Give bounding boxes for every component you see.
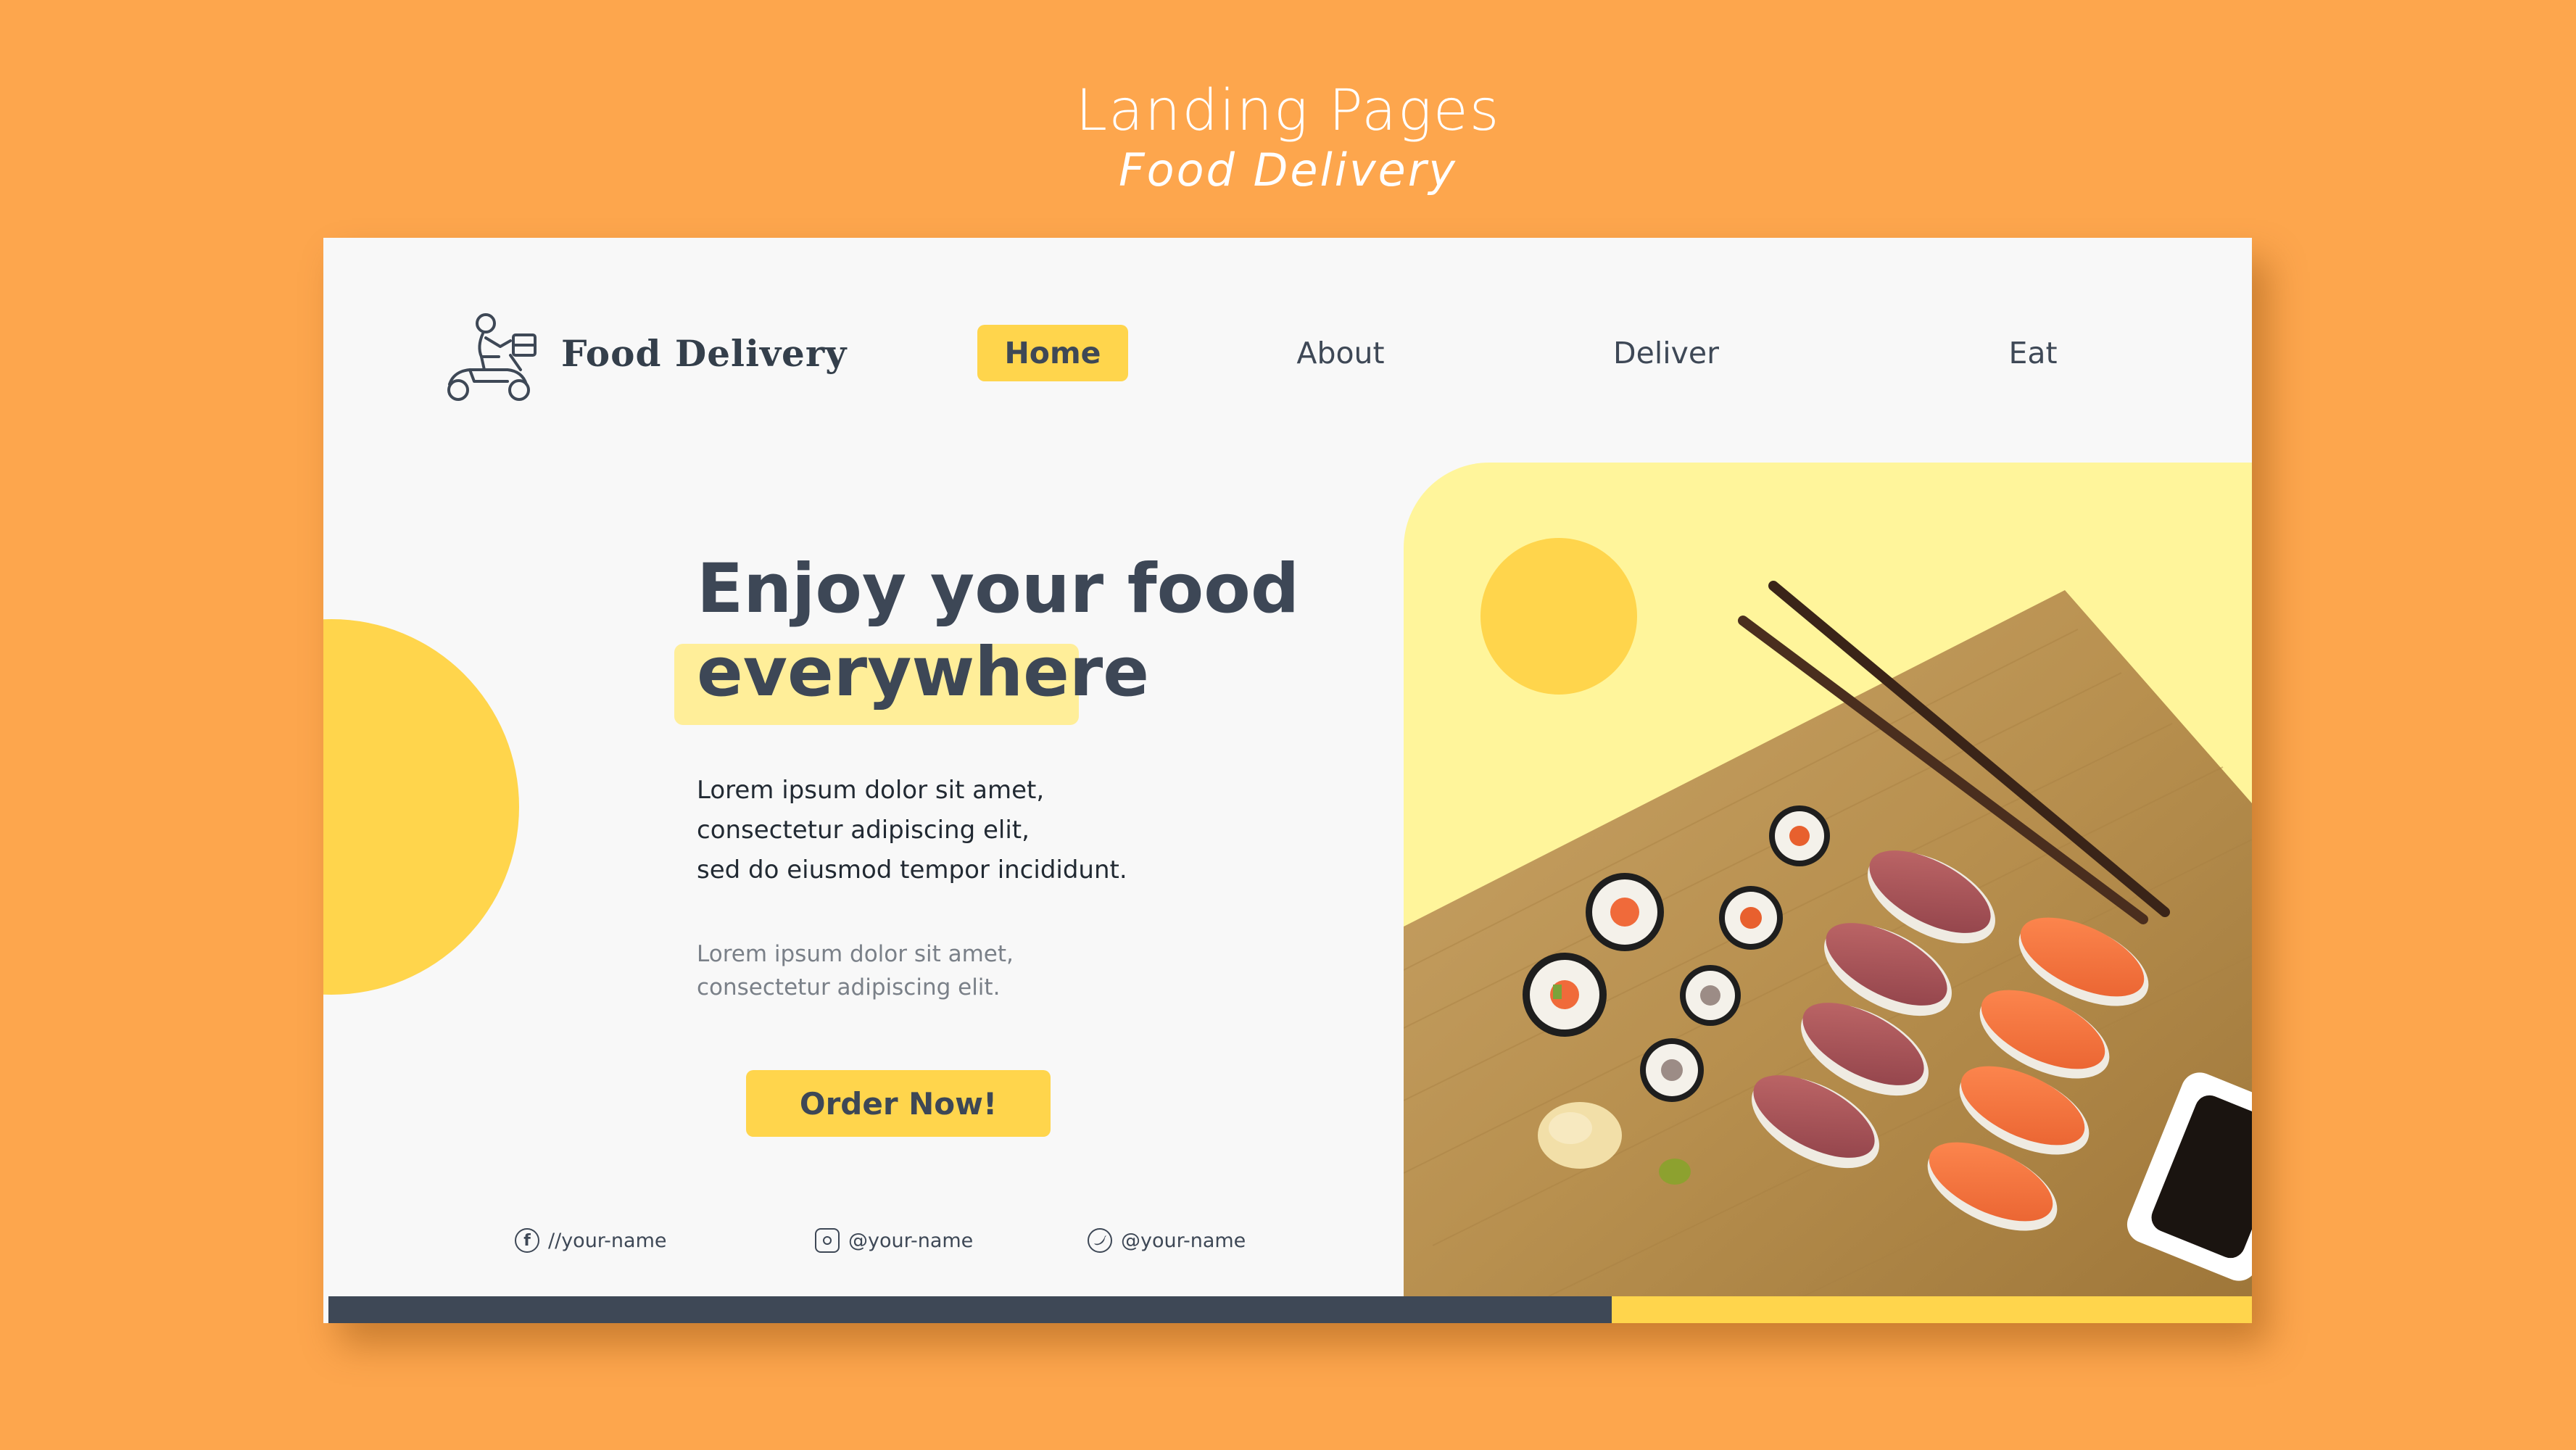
instagram-handle: @your-name [848,1229,974,1252]
showcase-title: Landing Pages [1075,78,1501,144]
hero-headline-line2: everywhere [697,633,1150,712]
facebook-handle: //your-name [548,1229,667,1252]
social-instagram-link[interactable]: @your-name [815,1222,973,1259]
decorative-circle-left [323,619,519,995]
sub-line: Lorem ipsum dolor sit amet, [697,941,1014,967]
decorative-circle-image [1480,538,1637,695]
site-logo[interactable]: Food Delivery [441,309,847,403]
instagram-icon [815,1228,840,1253]
social-twitter-link[interactable]: @your-name [1088,1222,1246,1259]
body-line: sed do eiusmod tempor incididunt. [697,856,1127,884]
nav-about[interactable]: About [1279,325,1402,381]
social-facebook-link[interactable]: f //your-name [515,1222,667,1259]
hero-headline-line1: Enjoy your food [697,550,1300,629]
landing-page-mockup: Food Delivery Home About Deliver Eat Enj… [323,238,2252,1323]
showcase-subtitle: Food Delivery [1119,144,1457,196]
scooter-delivery-icon [447,313,537,401]
sub-line: consectetur adipiscing elit. [697,974,1001,1000]
footer-bar-yellow [1612,1296,2252,1323]
nav-eat[interactable]: Eat [1989,325,2076,381]
nav-deliver[interactable]: Deliver [1594,325,1739,381]
order-now-button[interactable]: Order Now! [746,1070,1051,1137]
twitter-icon [1088,1228,1112,1253]
body-line: consectetur adipiscing elit, [697,816,1030,845]
hero-sub-text: Lorem ipsum dolor sit amet, consectetur … [697,937,1248,1004]
logo-text: Food Delivery [561,332,848,375]
hero-body-text: Lorem ipsum dolor sit amet, consectetur … [697,771,1248,890]
twitter-handle: @your-name [1121,1229,1246,1252]
footer-bar-dark [328,1296,1612,1323]
body-line: Lorem ipsum dolor sit amet, [697,776,1045,805]
facebook-icon: f [515,1228,539,1253]
nav-home[interactable]: Home [977,325,1128,381]
